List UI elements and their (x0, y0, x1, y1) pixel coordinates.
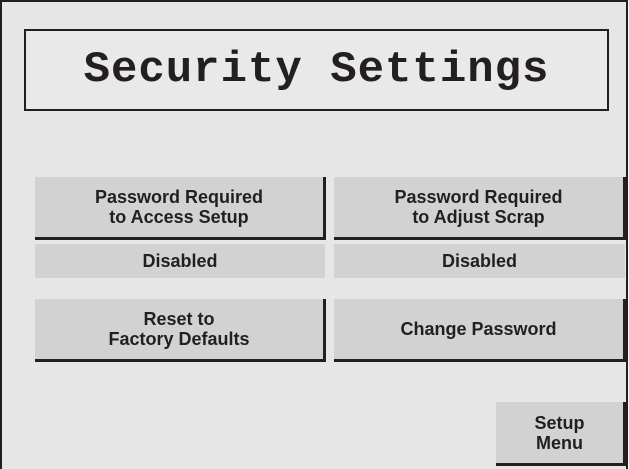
password-adjust-scrap-button[interactable]: Password Required to Adjust Scrap (334, 177, 626, 240)
setup-menu-button[interactable]: Setup Menu (496, 402, 626, 466)
page-title: Security Settings (83, 45, 550, 95)
access-setup-status: Disabled (35, 244, 325, 278)
adjust-scrap-status: Disabled (334, 244, 625, 278)
reset-factory-defaults-button[interactable]: Reset to Factory Defaults (35, 299, 326, 362)
change-password-button[interactable]: Change Password (334, 299, 626, 362)
security-settings-screen: Security Settings Password Required to A… (0, 0, 628, 469)
password-access-setup-button[interactable]: Password Required to Access Setup (35, 177, 326, 240)
title-panel: Security Settings (24, 29, 609, 111)
